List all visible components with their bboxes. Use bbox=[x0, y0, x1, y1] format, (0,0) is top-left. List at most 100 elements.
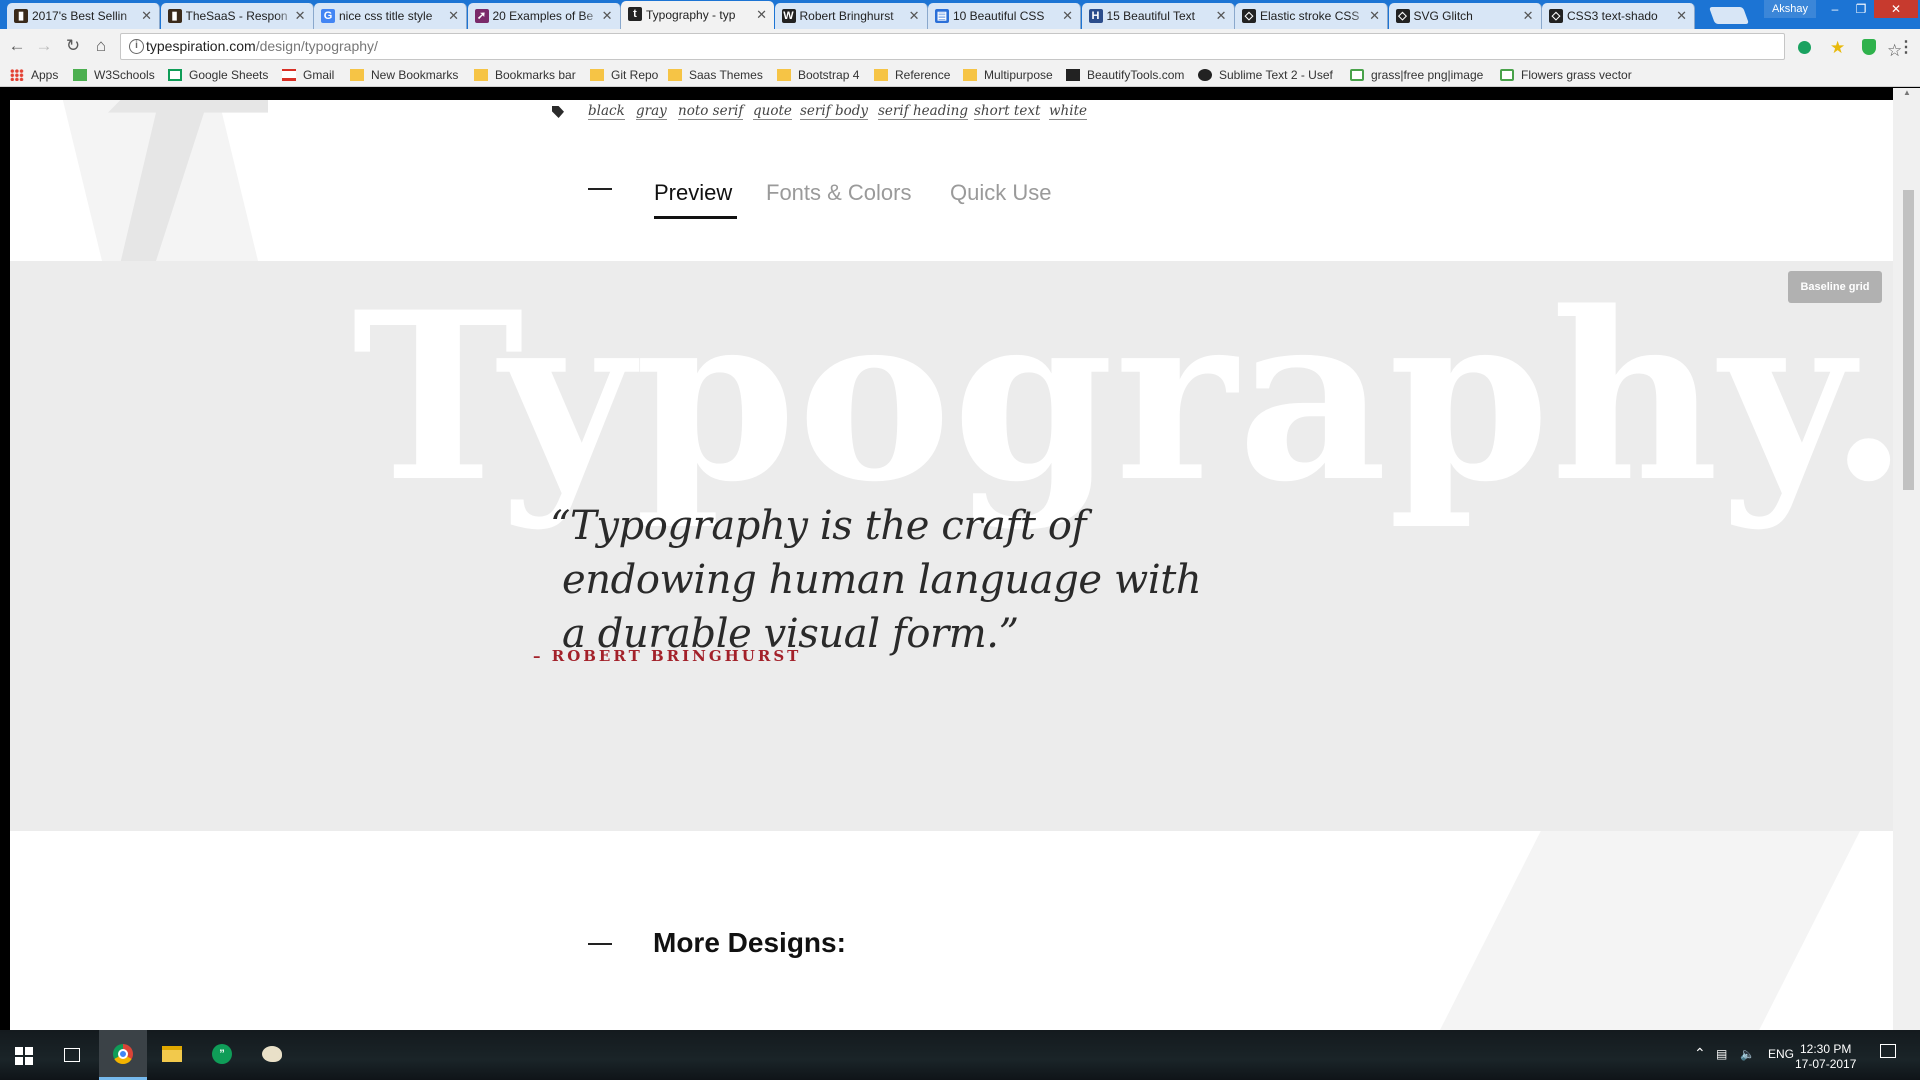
back-icon[interactable]: ← bbox=[6, 35, 28, 57]
browser-tab[interactable]: Gnice css title style ✕ bbox=[314, 3, 467, 29]
tag-link[interactable]: short text bbox=[974, 103, 1041, 120]
language-indicator[interactable]: ENG bbox=[1768, 1047, 1794, 1061]
browser-tab[interactable]: ➚ 20 Examples of Be ✕ bbox=[467, 3, 621, 29]
profile-button[interactable]: Akshay bbox=[1764, 0, 1816, 18]
reload-icon[interactable]: ↻ bbox=[62, 35, 84, 57]
tag-link[interactable]: serif heading bbox=[878, 103, 969, 120]
bookmark-item[interactable]: New Bookmarks bbox=[350, 68, 458, 83]
task-view-button[interactable] bbox=[48, 1030, 96, 1080]
extension-green-icon[interactable] bbox=[1798, 41, 1811, 54]
task-view-icon bbox=[64, 1048, 80, 1062]
tab-title: nice css title style bbox=[339, 9, 433, 23]
browser-tab[interactable]: ◇ CSS3 text-shado ✕ bbox=[1542, 3, 1695, 29]
tag-link[interactable]: noto serif bbox=[678, 103, 744, 120]
tab-close-icon[interactable]: ✕ bbox=[1216, 3, 1227, 29]
restore-icon[interactable]: ❐ bbox=[1848, 0, 1874, 18]
tag-link[interactable]: white bbox=[1049, 103, 1087, 120]
tag-link[interactable]: serif body bbox=[800, 103, 869, 120]
tab-quick-use[interactable]: Quick Use bbox=[950, 178, 1051, 208]
tab-close-icon[interactable]: ✕ bbox=[602, 3, 613, 29]
gmail-icon bbox=[282, 69, 296, 81]
bookmark-item[interactable]: BeautifyTools.com bbox=[1066, 68, 1184, 83]
bookmark-item[interactable]: grass|free png|image bbox=[1350, 68, 1483, 83]
windows-taskbar: ” ⌃ ▤ 🔈 ENG 12:30 PM 17-07-2017 bbox=[0, 1030, 1920, 1080]
tab-close-icon[interactable]: ✕ bbox=[1062, 3, 1073, 29]
browser-tab[interactable]: H 15 Beautiful Text ✕ bbox=[1081, 3, 1235, 29]
forward-icon[interactable]: → bbox=[33, 35, 55, 57]
bookmark-item[interactable]: Gmail bbox=[282, 68, 334, 83]
baseline-grid-button[interactable]: Baseline grid bbox=[1788, 271, 1882, 303]
browser-tab[interactable]: ▤ 10 Beautiful CSS ✕ bbox=[928, 3, 1081, 29]
bookmark-item[interactable]: Multipurpose bbox=[963, 68, 1053, 83]
browser-toolbar: ← → ↻ ⌂ i ☆ typespiration.com/design/typ… bbox=[0, 29, 1920, 64]
window-close-icon[interactable]: ✕ bbox=[1874, 0, 1918, 18]
bookmark-label: New Bookmarks bbox=[371, 68, 459, 82]
bookmark-item[interactable]: Sublime Text 2 - Usef bbox=[1198, 68, 1333, 83]
freepik-icon bbox=[1350, 69, 1364, 81]
tag-link[interactable]: black bbox=[588, 103, 625, 120]
clock-date: 17-07-2017 bbox=[1795, 1057, 1857, 1071]
bookmark-item[interactable]: Bookmarks bar bbox=[474, 68, 576, 83]
folder-icon bbox=[874, 69, 888, 81]
bookmark-item[interactable]: Reference bbox=[874, 68, 950, 83]
tab-preview[interactable]: Preview bbox=[654, 178, 732, 208]
browser-tab[interactable]: ▮ TheSaaS - Respon ✕ bbox=[160, 3, 314, 29]
tag-link[interactable]: gray bbox=[636, 103, 667, 120]
home-icon[interactable]: ⌂ bbox=[90, 35, 112, 57]
browser-tab[interactable]: t Typography - typ ✕ bbox=[621, 1, 774, 29]
sheets-icon bbox=[168, 69, 182, 81]
quote-line: endowing human language with bbox=[562, 557, 1202, 603]
tab-close-icon[interactable]: ✕ bbox=[295, 3, 306, 29]
extension-shield-icon[interactable] bbox=[1862, 39, 1876, 55]
new-tab-button[interactable] bbox=[1708, 7, 1750, 24]
folder-icon bbox=[474, 69, 488, 81]
tab-close-icon[interactable]: ✕ bbox=[1369, 3, 1380, 29]
bookmark-item[interactable]: Flowers grass vector bbox=[1500, 68, 1632, 83]
bookmark-item[interactable]: W3Schools bbox=[73, 68, 155, 83]
taskbar-file-explorer[interactable] bbox=[148, 1030, 196, 1080]
bookmark-item[interactable]: Bootstrap 4 bbox=[777, 68, 859, 83]
section-dash bbox=[588, 188, 612, 190]
taskbar-paint[interactable] bbox=[248, 1030, 296, 1080]
browser-tab[interactable]: W Robert Bringhurst ✕ bbox=[774, 3, 928, 29]
browser-tab[interactable]: ◇ Elastic stroke CSS ✕ bbox=[1235, 3, 1388, 29]
browser-tab[interactable]: ◇ SVG Glitch ✕ bbox=[1388, 3, 1542, 29]
section-dash bbox=[588, 943, 612, 945]
bookmark-item[interactable]: Google Sheets bbox=[168, 68, 268, 83]
bookmark-item[interactable]: Git Repo bbox=[590, 68, 658, 83]
bookmark-label: W3Schools bbox=[94, 68, 155, 82]
extension-star-icon[interactable]: ★ bbox=[1830, 38, 1846, 57]
tab-close-icon[interactable]: ✕ bbox=[756, 1, 767, 29]
tray-chevron-icon[interactable]: ⌃ bbox=[1694, 1045, 1706, 1062]
page-top-border bbox=[0, 88, 1920, 100]
browser-tab[interactable]: ▮ 2017's Best Sellin ✕ bbox=[7, 3, 160, 29]
minimize-icon[interactable]: – bbox=[1822, 0, 1848, 18]
taskbar-hangouts[interactable]: ” bbox=[198, 1030, 246, 1080]
chrome-menu-icon[interactable]: ⋮ bbox=[1898, 37, 1914, 57]
scrollbar-thumb[interactable] bbox=[1903, 190, 1914, 490]
start-button[interactable] bbox=[0, 1030, 48, 1080]
bt-icon bbox=[1066, 69, 1080, 81]
tab-close-icon[interactable]: ✕ bbox=[141, 3, 152, 29]
url-text[interactable]: typespiration.com/design/typography/ bbox=[146, 38, 378, 54]
clock[interactable]: 12:30 PM 17-07-2017 bbox=[1795, 1042, 1856, 1072]
taskbar-chrome[interactable] bbox=[99, 1030, 147, 1080]
quote-line: “Typography is the craft of bbox=[550, 503, 1086, 549]
tag-icon bbox=[552, 106, 564, 118]
bookmark-item[interactable]: Saas Themes bbox=[668, 68, 763, 83]
codepen-icon: ◇ bbox=[1549, 9, 1563, 23]
tab-close-icon[interactable]: ✕ bbox=[1676, 3, 1687, 29]
bookmark-item[interactable]: Apps bbox=[10, 68, 58, 83]
scroll-up-icon[interactable]: ▲ bbox=[1903, 88, 1911, 97]
tab-close-icon[interactable]: ✕ bbox=[909, 3, 920, 29]
tab-fonts-colors[interactable]: Fonts & Colors bbox=[766, 178, 912, 208]
tab-close-icon[interactable]: ✕ bbox=[448, 3, 459, 29]
network-icon[interactable]: ▤ bbox=[1716, 1047, 1727, 1061]
tag-link[interactable]: quote bbox=[753, 103, 792, 120]
paint-icon bbox=[262, 1046, 282, 1062]
notifications-icon[interactable] bbox=[1880, 1044, 1896, 1058]
volume-icon[interactable]: 🔈 bbox=[1740, 1047, 1755, 1061]
page-info-icon[interactable]: i bbox=[129, 39, 144, 54]
arrow-icon: ➚ bbox=[474, 9, 489, 23]
tab-close-icon[interactable]: ✕ bbox=[1523, 3, 1534, 29]
